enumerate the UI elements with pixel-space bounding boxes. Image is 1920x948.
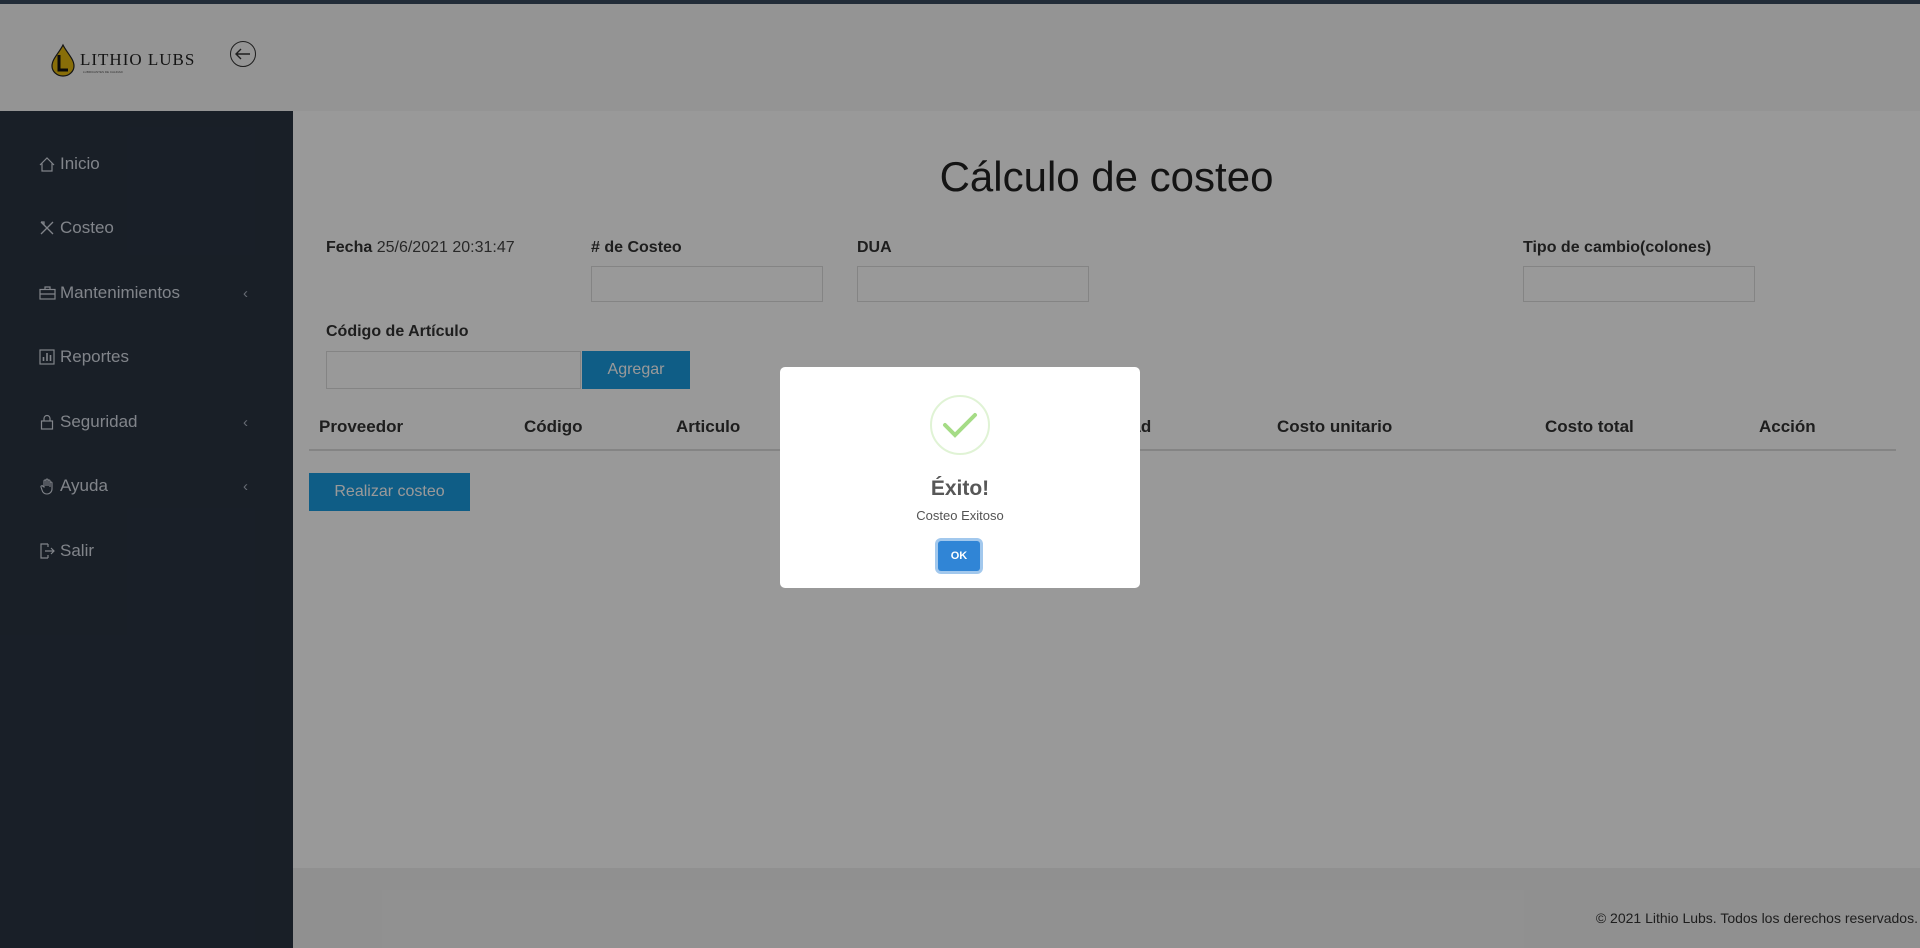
- success-dialog: Éxito! Costeo Exitoso OK: [780, 367, 1140, 588]
- ok-button[interactable]: OK: [938, 541, 980, 571]
- success-check-icon: [930, 395, 990, 455]
- dialog-title: Éxito!: [930, 477, 990, 500]
- dialog-message: Costeo Exitoso: [916, 508, 1004, 523]
